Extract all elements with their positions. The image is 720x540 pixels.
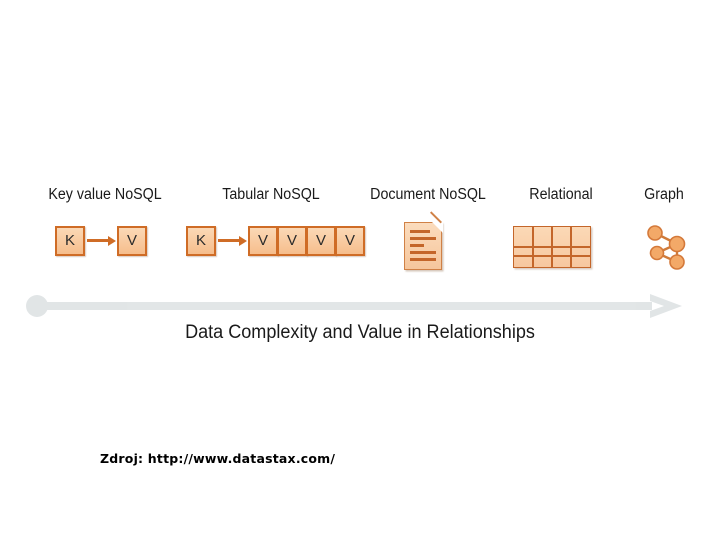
category-label-graph: Graph [644, 186, 684, 203]
slide-canvas: Key value NoSQL Tabular NoSQL Document N… [0, 0, 720, 540]
key-box: K [55, 226, 85, 256]
category-label-document: Document NoSQL [370, 186, 486, 203]
category-label-row: Key value NoSQL Tabular NoSQL Document N… [0, 186, 720, 212]
value-box: V [306, 226, 336, 256]
document-text-line [410, 251, 436, 254]
arrow-shaft [35, 298, 650, 306]
table-grid-icon [513, 226, 591, 268]
value-box: V [248, 226, 278, 256]
arrow-caption: Data Complexity and Value in Relationshi… [185, 322, 535, 343]
category-label-key-value: Key value NoSQL [48, 186, 162, 203]
document-text-line [410, 237, 436, 240]
graph-node [647, 225, 663, 241]
grid-row-line [514, 246, 590, 248]
category-label-tabular: Tabular NoSQL [222, 186, 320, 203]
source-citation: Zdroj: http://www.datastax.com/ [100, 451, 336, 466]
document-text-line [410, 258, 436, 261]
value-box: V [277, 226, 307, 256]
category-label-relational: Relational [529, 186, 593, 203]
graph-nodes-icon [647, 225, 686, 270]
key-to-values-arrow-icon [218, 235, 247, 246]
value-box: V [335, 226, 365, 256]
grid-row-line [514, 255, 590, 257]
document-text-line [410, 230, 430, 233]
graph-node [668, 235, 686, 253]
document-text-line [410, 244, 424, 247]
graph-node [669, 254, 685, 270]
value-box: V [117, 226, 147, 256]
category-icon-row: K V K V V V V [0, 211, 720, 288]
document-icon [404, 211, 443, 270]
key-box: K [186, 226, 216, 256]
graph-node [649, 245, 665, 261]
complexity-arrow-icon [24, 289, 684, 318]
key-to-value-arrow-icon [87, 235, 116, 246]
